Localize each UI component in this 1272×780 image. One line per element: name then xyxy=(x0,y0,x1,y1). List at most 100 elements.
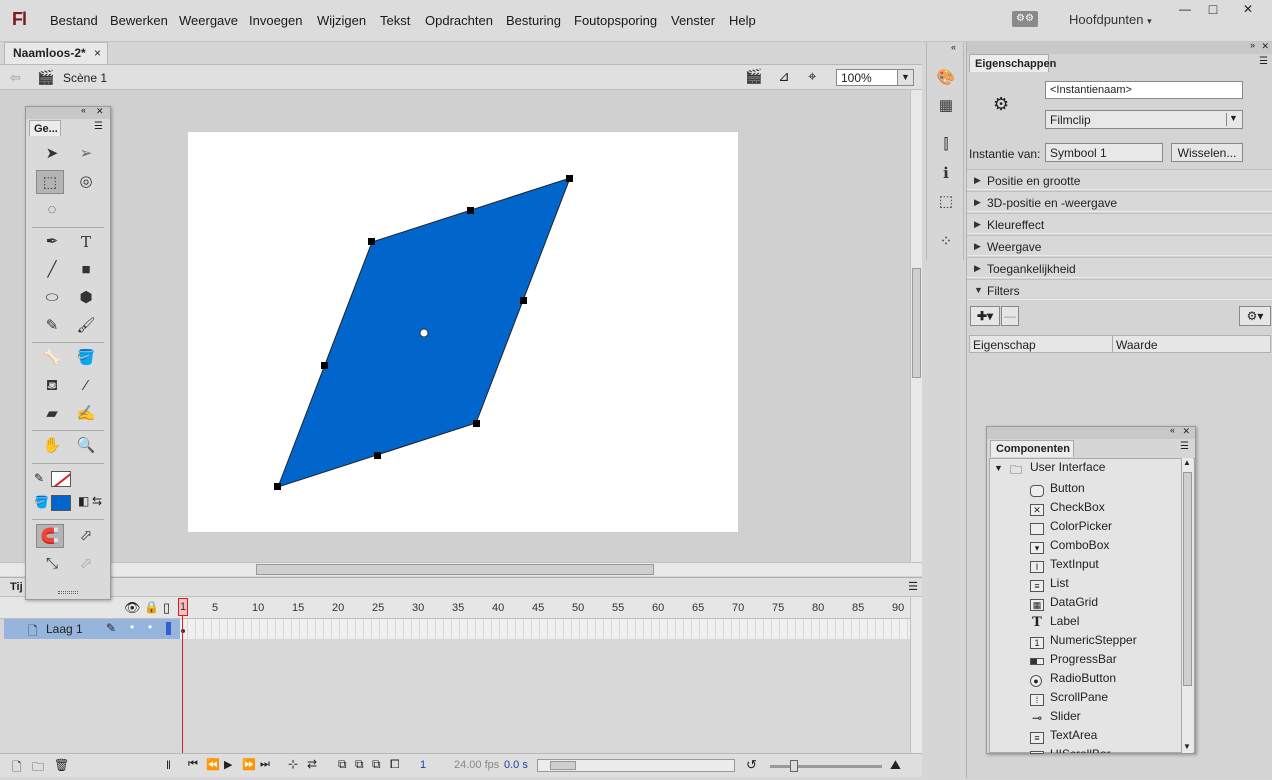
panel-menu-icon[interactable]: ☰ xyxy=(908,580,918,593)
new-layer-icon[interactable]: 🗋 xyxy=(12,758,22,779)
panel-drag-bar[interactable]: » ✕ xyxy=(967,40,1272,54)
component-item[interactable]: Button xyxy=(1050,479,1085,497)
selection-tool-icon[interactable]: ➤ xyxy=(38,142,66,166)
code-snippets-icon[interactable]: ⁘ xyxy=(936,232,956,252)
panel-menu-icon[interactable]: ☰ xyxy=(1259,56,1268,67)
zoom-slider[interactable] xyxy=(770,760,882,772)
elapsed-time-readout[interactable]: 0.0 s xyxy=(504,759,528,771)
play-icon[interactable]: ▶ xyxy=(224,758,232,771)
close-icon[interactable]: ✕ xyxy=(1182,426,1190,437)
components-scrollbar[interactable]: ▲ ▼ xyxy=(1181,458,1193,753)
new-folder-icon[interactable]: 🗀 xyxy=(32,758,44,779)
scroll-thumb[interactable] xyxy=(550,761,576,770)
maximize-button[interactable]: □ xyxy=(1198,0,1228,18)
lock-icon[interactable]: 🔒 xyxy=(144,600,159,614)
minimize-button[interactable]: — xyxy=(1170,0,1200,18)
eye-icon[interactable]: 👁 xyxy=(124,600,141,616)
rotate-icon[interactable]: ↺ xyxy=(746,757,757,773)
resize-grip[interactable] xyxy=(58,591,78,594)
brush-tool-icon[interactable]: 🖌 xyxy=(72,314,100,338)
close-icon[interactable]: ✕ xyxy=(1261,41,1269,52)
frames-row[interactable] xyxy=(180,619,910,639)
swatches-icon[interactable]: ▦ xyxy=(936,96,956,116)
properties-tab[interactable]: Eigenschappen xyxy=(969,54,1056,72)
collapse-icon[interactable]: « xyxy=(1170,425,1175,435)
outline-icon[interactable]: ▯ xyxy=(163,600,170,616)
step-forward-icon[interactable]: ⏩ xyxy=(242,758,256,771)
first-frame-icon[interactable]: ⏮ xyxy=(188,758,198,771)
component-item[interactable]: NumericStepper xyxy=(1050,631,1137,649)
component-item[interactable]: CheckBox xyxy=(1050,498,1105,516)
zoom-tool-icon[interactable]: 🔍 xyxy=(72,434,100,458)
component-item[interactable]: ScrollPane xyxy=(1050,688,1108,706)
component-item[interactable]: ColorPicker xyxy=(1050,517,1112,535)
instance-name-field[interactable]: <Instantienaam> xyxy=(1045,81,1243,99)
collapse-icon[interactable]: « xyxy=(951,42,956,52)
swap-colors-icon[interactable]: ⇆ xyxy=(92,494,102,508)
hand-tool-icon[interactable]: ✋ xyxy=(38,434,66,458)
stroke-color-swatch[interactable] xyxy=(51,471,71,487)
collapse-icon[interactable]: « xyxy=(81,105,86,115)
rectangle-tool-icon[interactable]: ■ xyxy=(72,258,100,282)
line-tool-icon[interactable]: ╱ xyxy=(38,258,66,282)
section-position-size[interactable]: ▶ Positie en grootte xyxy=(967,169,1272,190)
mountain-icon[interactable]: ⛰ xyxy=(890,757,901,773)
panel-menu-icon[interactable]: ☰ xyxy=(94,121,103,132)
section-filters[interactable]: ▼ Filters xyxy=(967,279,1272,300)
sync-settings-icon[interactable]: ⚙⚙ xyxy=(1012,11,1038,27)
component-item[interactable]: TextInput xyxy=(1050,555,1099,573)
panel-drag-bar[interactable]: « ✕ xyxy=(987,425,1195,439)
lock-dot[interactable]: • xyxy=(148,620,152,634)
edit-multiple-frames-icon[interactable]: ⧉ xyxy=(372,757,381,772)
stage-vertical-scrollbar[interactable] xyxy=(910,90,922,562)
text-tool-icon[interactable]: T xyxy=(72,230,100,254)
component-item[interactable]: Label xyxy=(1050,612,1079,630)
lasso-tool-icon[interactable]: ◌ xyxy=(38,198,66,222)
timeline-vertical-scrollbar[interactable] xyxy=(910,597,922,753)
instance-of-field[interactable]: Symbool 1 xyxy=(1045,143,1163,162)
component-item[interactable]: ComboBox xyxy=(1050,536,1109,554)
playhead[interactable]: 1 xyxy=(178,598,188,616)
transform-center-point[interactable] xyxy=(419,328,429,338)
transform-handle[interactable] xyxy=(374,452,381,459)
component-item[interactable]: List xyxy=(1050,574,1069,592)
transform-handle[interactable] xyxy=(368,238,375,245)
timeline-tab[interactable]: Tij xyxy=(10,581,23,593)
section-3d-position[interactable]: ▶ 3D-positie en -weergave xyxy=(967,191,1272,212)
symbol-type-select[interactable]: Filmclip ▼ xyxy=(1045,110,1243,129)
section-accessibility[interactable]: ▶ Toegankelijkheid xyxy=(967,257,1272,278)
eraser-tool-icon[interactable]: ▰ xyxy=(38,402,66,426)
modify-markers-icon[interactable]: ⧠ xyxy=(390,757,400,772)
stage-horizontal-scrollbar[interactable] xyxy=(0,562,922,576)
panel-menu-icon[interactable]: ☰ xyxy=(1180,441,1189,452)
scale-icon[interactable]: ⤡ xyxy=(38,552,66,576)
timeline-horizontal-scrollbar[interactable] xyxy=(537,759,735,772)
component-item[interactable]: UIScrollBar xyxy=(1050,745,1111,753)
slider-thumb[interactable] xyxy=(790,760,798,772)
scroll-thumb[interactable] xyxy=(1183,472,1192,686)
ink-bottle-tool-icon[interactable]: ⛾ xyxy=(38,374,66,398)
snap-to-objects-icon[interactable]: 🧲 xyxy=(36,524,64,548)
paint-bucket-tool-icon[interactable]: 🪣 xyxy=(72,346,100,370)
onion-skin-icon[interactable]: ⧉ xyxy=(338,757,347,772)
section-color-effect[interactable]: ▶ Kleureffect xyxy=(967,213,1272,234)
component-item[interactable]: TextArea xyxy=(1050,726,1097,744)
component-item[interactable]: Slider xyxy=(1050,707,1081,725)
last-frame-icon[interactable]: ⏭ xyxy=(260,758,270,771)
component-item[interactable]: DataGrid xyxy=(1050,593,1098,611)
black-white-icon[interactable]: ◧ xyxy=(78,494,89,508)
transform-handle[interactable] xyxy=(520,297,527,304)
eyedropper-tool-icon[interactable]: ⁄ xyxy=(72,374,100,398)
polystar-tool-icon[interactable]: ⬢ xyxy=(72,286,100,310)
tools-tab[interactable]: Ge... xyxy=(29,120,61,136)
component-item[interactable]: RadioButton xyxy=(1050,669,1116,687)
align-icon[interactable]: ⫿ xyxy=(936,135,956,155)
layer-row[interactable]: 🗋 Laag 1 ✎ • • xyxy=(4,619,180,639)
loop-icon[interactable]: ⇄ xyxy=(307,757,317,771)
visibility-dot[interactable]: • xyxy=(130,620,134,634)
oval-tool-icon[interactable]: ⬭ xyxy=(38,286,66,310)
3d-rotation-tool-icon[interactable]: ◎ xyxy=(72,170,100,194)
skew-icon[interactable]: ⬀ xyxy=(72,524,100,548)
components-tab[interactable]: Componenten xyxy=(990,440,1074,457)
transform-icon[interactable]: ⬚ xyxy=(936,192,956,212)
